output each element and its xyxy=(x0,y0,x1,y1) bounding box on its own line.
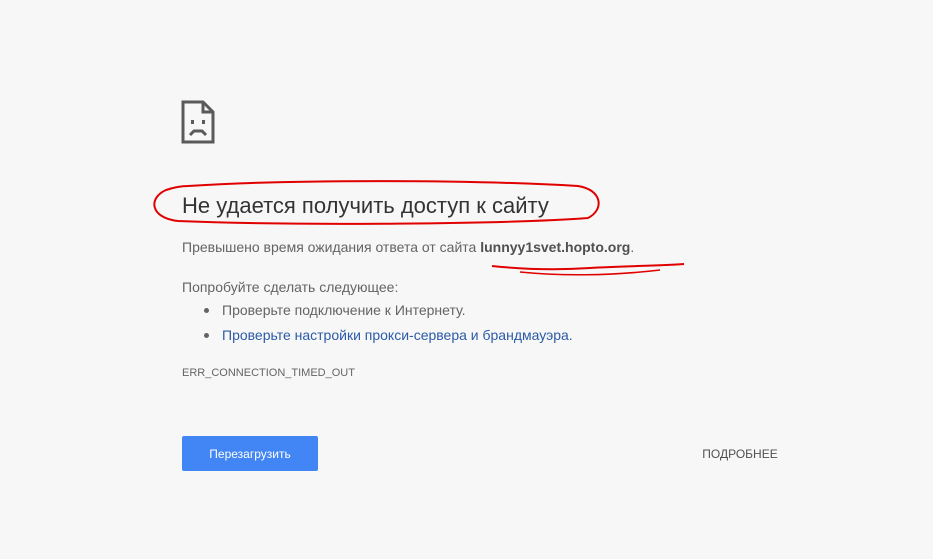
reload-button[interactable]: Перезагрузить xyxy=(182,436,318,471)
list-item: Проверьте подключение к Интернету. xyxy=(182,302,573,327)
list-item: Проверьте настройки прокси-сервера и бра… xyxy=(182,327,573,352)
error-code: ERR_CONNECTION_TIMED_OUT xyxy=(182,367,355,379)
site-host: lunnyy1svet.hopto.org xyxy=(480,239,631,255)
message-suffix: . xyxy=(630,239,635,255)
message-text: Превышено время ожидания ответа от сайта xyxy=(182,239,481,255)
suggestions-list: Проверьте подключение к Интернету. Прове… xyxy=(182,302,573,352)
error-page: Не удается получить доступ к сайту Превы… xyxy=(0,0,933,559)
suggestions-heading: Попробуйте сделать следующее: xyxy=(182,279,399,295)
proxy-settings-link[interactable]: Проверьте настройки прокси-сервера и бра… xyxy=(222,327,573,343)
sad-page-icon xyxy=(181,100,215,144)
bullet-icon xyxy=(204,308,209,313)
details-button[interactable]: ПОДРОБНЕЕ xyxy=(690,436,790,471)
bullet-icon xyxy=(204,333,209,338)
page-title: Не удается получить доступ к сайту xyxy=(182,193,549,218)
red-annotation-underline xyxy=(491,263,685,276)
suggestion-check-connection: Проверьте подключение к Интернету. xyxy=(222,302,466,318)
error-message: Превышено время ожидания ответа от сайта… xyxy=(182,239,634,255)
